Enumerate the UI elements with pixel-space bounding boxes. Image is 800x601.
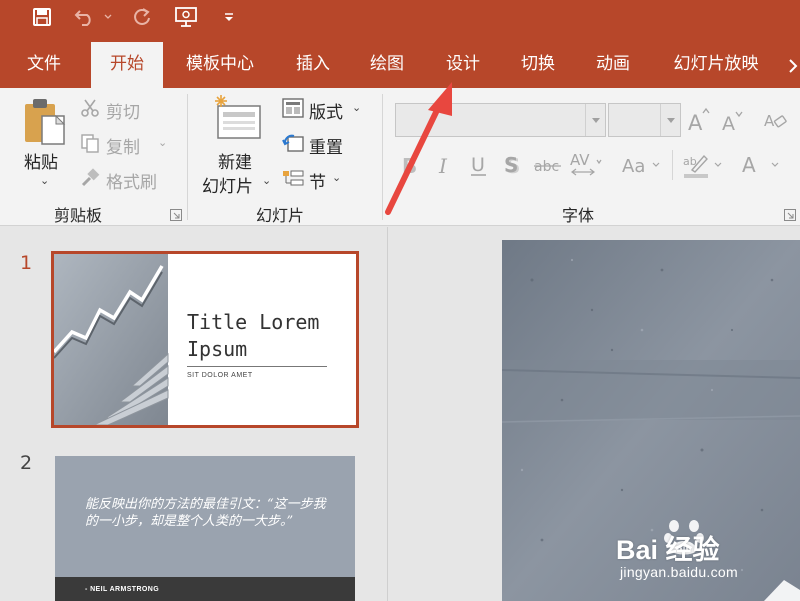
- new-slide-dropdown-icon[interactable]: ⌄: [262, 174, 271, 187]
- highlight-color-icon[interactable]: ab: [682, 150, 726, 180]
- new-slide-label-line2[interactable]: 幻灯片: [202, 172, 253, 197]
- copy-dropdown-icon[interactable]: ⌄: [158, 136, 167, 149]
- font-size-dropdown-icon[interactable]: [660, 104, 680, 136]
- clear-formatting-icon[interactable]: A: [764, 108, 788, 132]
- slide-thumbnail-2[interactable]: 能反映出你的方法的最佳引文：“这一步我的一小步，却是整个人类的一大步。” - N…: [55, 456, 355, 601]
- copy-button[interactable]: 复制: [106, 133, 140, 158]
- svg-text:B: B: [402, 154, 417, 176]
- tab-animations[interactable]: 动画: [582, 42, 644, 88]
- customize-toolbar-icon[interactable]: [222, 4, 236, 30]
- group-separator: [672, 150, 673, 180]
- ribbon-tab-bar: 文件 开始 模板中心 插入 绘图 设计 切换 动画 幻灯片放映: [0, 36, 800, 88]
- font-size-combo[interactable]: [608, 103, 681, 137]
- reset-button[interactable]: 重置: [309, 133, 343, 158]
- watermark-url: jingyan.baidu.com: [620, 564, 738, 580]
- paste-icon[interactable]: [22, 96, 68, 148]
- ribbon-home: 粘贴 ⌄ 剪切 复制 ⌄ 格式刷 剪贴板 新建 幻灯片 ⌄ 版式 ⌄ 重置 节 …: [0, 88, 800, 226]
- font-name-combo[interactable]: [395, 103, 606, 137]
- copy-icon[interactable]: [80, 133, 100, 153]
- paste-button[interactable]: 粘贴: [24, 148, 58, 173]
- svg-text:S: S: [504, 154, 518, 176]
- present-from-start-icon[interactable]: [172, 4, 200, 30]
- clipboard-launcher-icon[interactable]: [170, 206, 182, 221]
- slide-number: 1: [20, 252, 33, 274]
- tab-file[interactable]: 文件: [14, 42, 74, 88]
- svg-text:A: A: [742, 153, 756, 177]
- new-slide-icon[interactable]: [212, 94, 264, 142]
- bold-icon[interactable]: B: [402, 154, 418, 178]
- font-name-dropdown-icon[interactable]: [585, 104, 605, 136]
- save-icon[interactable]: [30, 4, 54, 30]
- shadow-icon[interactable]: SS: [504, 153, 522, 178]
- layout-dropdown-icon[interactable]: ⌄: [352, 101, 361, 114]
- svg-text:U: U: [471, 154, 485, 176]
- svg-text:Aa: Aa: [622, 156, 645, 176]
- slides-group-label: 幻灯片: [256, 206, 305, 225]
- thumb-subtitle: SIT DOLOR AMET: [187, 372, 253, 379]
- font-color-icon[interactable]: A: [742, 152, 786, 180]
- layout-button[interactable]: 版式: [309, 98, 343, 123]
- svg-text:A: A: [722, 113, 735, 132]
- clipboard-group-label: 剪贴板: [54, 206, 103, 225]
- group-separator: [382, 94, 383, 220]
- character-spacing-icon[interactable]: AV: [570, 150, 602, 178]
- new-slide-label-line1[interactable]: 新建: [218, 148, 252, 173]
- cut-button[interactable]: 剪切: [106, 98, 140, 123]
- undo-dropdown-icon[interactable]: [102, 4, 114, 30]
- scissors-icon[interactable]: [80, 98, 100, 118]
- section-icon[interactable]: [282, 168, 304, 190]
- paste-dropdown-icon[interactable]: ⌄: [40, 174, 49, 187]
- redo-icon[interactable]: [130, 4, 154, 30]
- quick-access-toolbar: [0, 0, 800, 36]
- increase-font-size-icon[interactable]: A: [688, 106, 710, 135]
- change-case-icon[interactable]: Aa: [622, 154, 662, 177]
- section-dropdown-icon[interactable]: ⌄: [332, 171, 341, 184]
- group-separator: [187, 94, 188, 220]
- layout-icon[interactable]: [282, 98, 304, 118]
- tab-draw[interactable]: 绘图: [356, 42, 418, 88]
- title-underline: [187, 366, 327, 367]
- thumb-author: - NEIL ARMSTRONG: [85, 586, 160, 593]
- tab-home[interactable]: 开始: [91, 42, 163, 88]
- underline-icon[interactable]: U: [470, 152, 488, 178]
- thumb-title: Title Lorem Ipsum: [187, 310, 320, 361]
- reset-icon[interactable]: [282, 133, 304, 153]
- decrease-font-size-icon[interactable]: A: [722, 108, 744, 135]
- tab-design[interactable]: 设计: [432, 42, 494, 88]
- svg-text:AV: AV: [570, 151, 590, 169]
- format-painter-icon[interactable]: [80, 168, 100, 188]
- svg-text:A: A: [764, 112, 775, 130]
- thumb-quote: 能反映出你的方法的最佳引文：“这一步我的一小步，却是整个人类的一大步。”: [85, 497, 326, 529]
- more-tabs-icon[interactable]: [786, 42, 800, 88]
- strikethrough-icon[interactable]: abc: [534, 154, 562, 176]
- svg-text:abc: abc: [534, 159, 559, 175]
- undo-icon[interactable]: [72, 4, 98, 30]
- svg-text:A: A: [688, 111, 703, 132]
- italic-icon[interactable]: I: [438, 154, 452, 178]
- slide-number: 2: [20, 452, 33, 474]
- format-painter-button[interactable]: 格式刷: [106, 168, 157, 193]
- svg-text:I: I: [438, 154, 448, 176]
- font-group-label: 字体: [562, 206, 595, 225]
- tab-slide-show[interactable]: 幻灯片放映: [661, 42, 771, 88]
- tab-transitions[interactable]: 切换: [507, 42, 569, 88]
- slide-thumbnail-1[interactable]: Title Lorem Ipsum SIT DOLOR AMET: [51, 251, 359, 428]
- font-launcher-icon[interactable]: [784, 206, 796, 221]
- tab-template-center[interactable]: 模板中心: [176, 42, 264, 88]
- watermark-brand: Bai 经验: [616, 535, 720, 565]
- tab-insert[interactable]: 插入: [282, 42, 344, 88]
- section-button[interactable]: 节: [309, 168, 326, 193]
